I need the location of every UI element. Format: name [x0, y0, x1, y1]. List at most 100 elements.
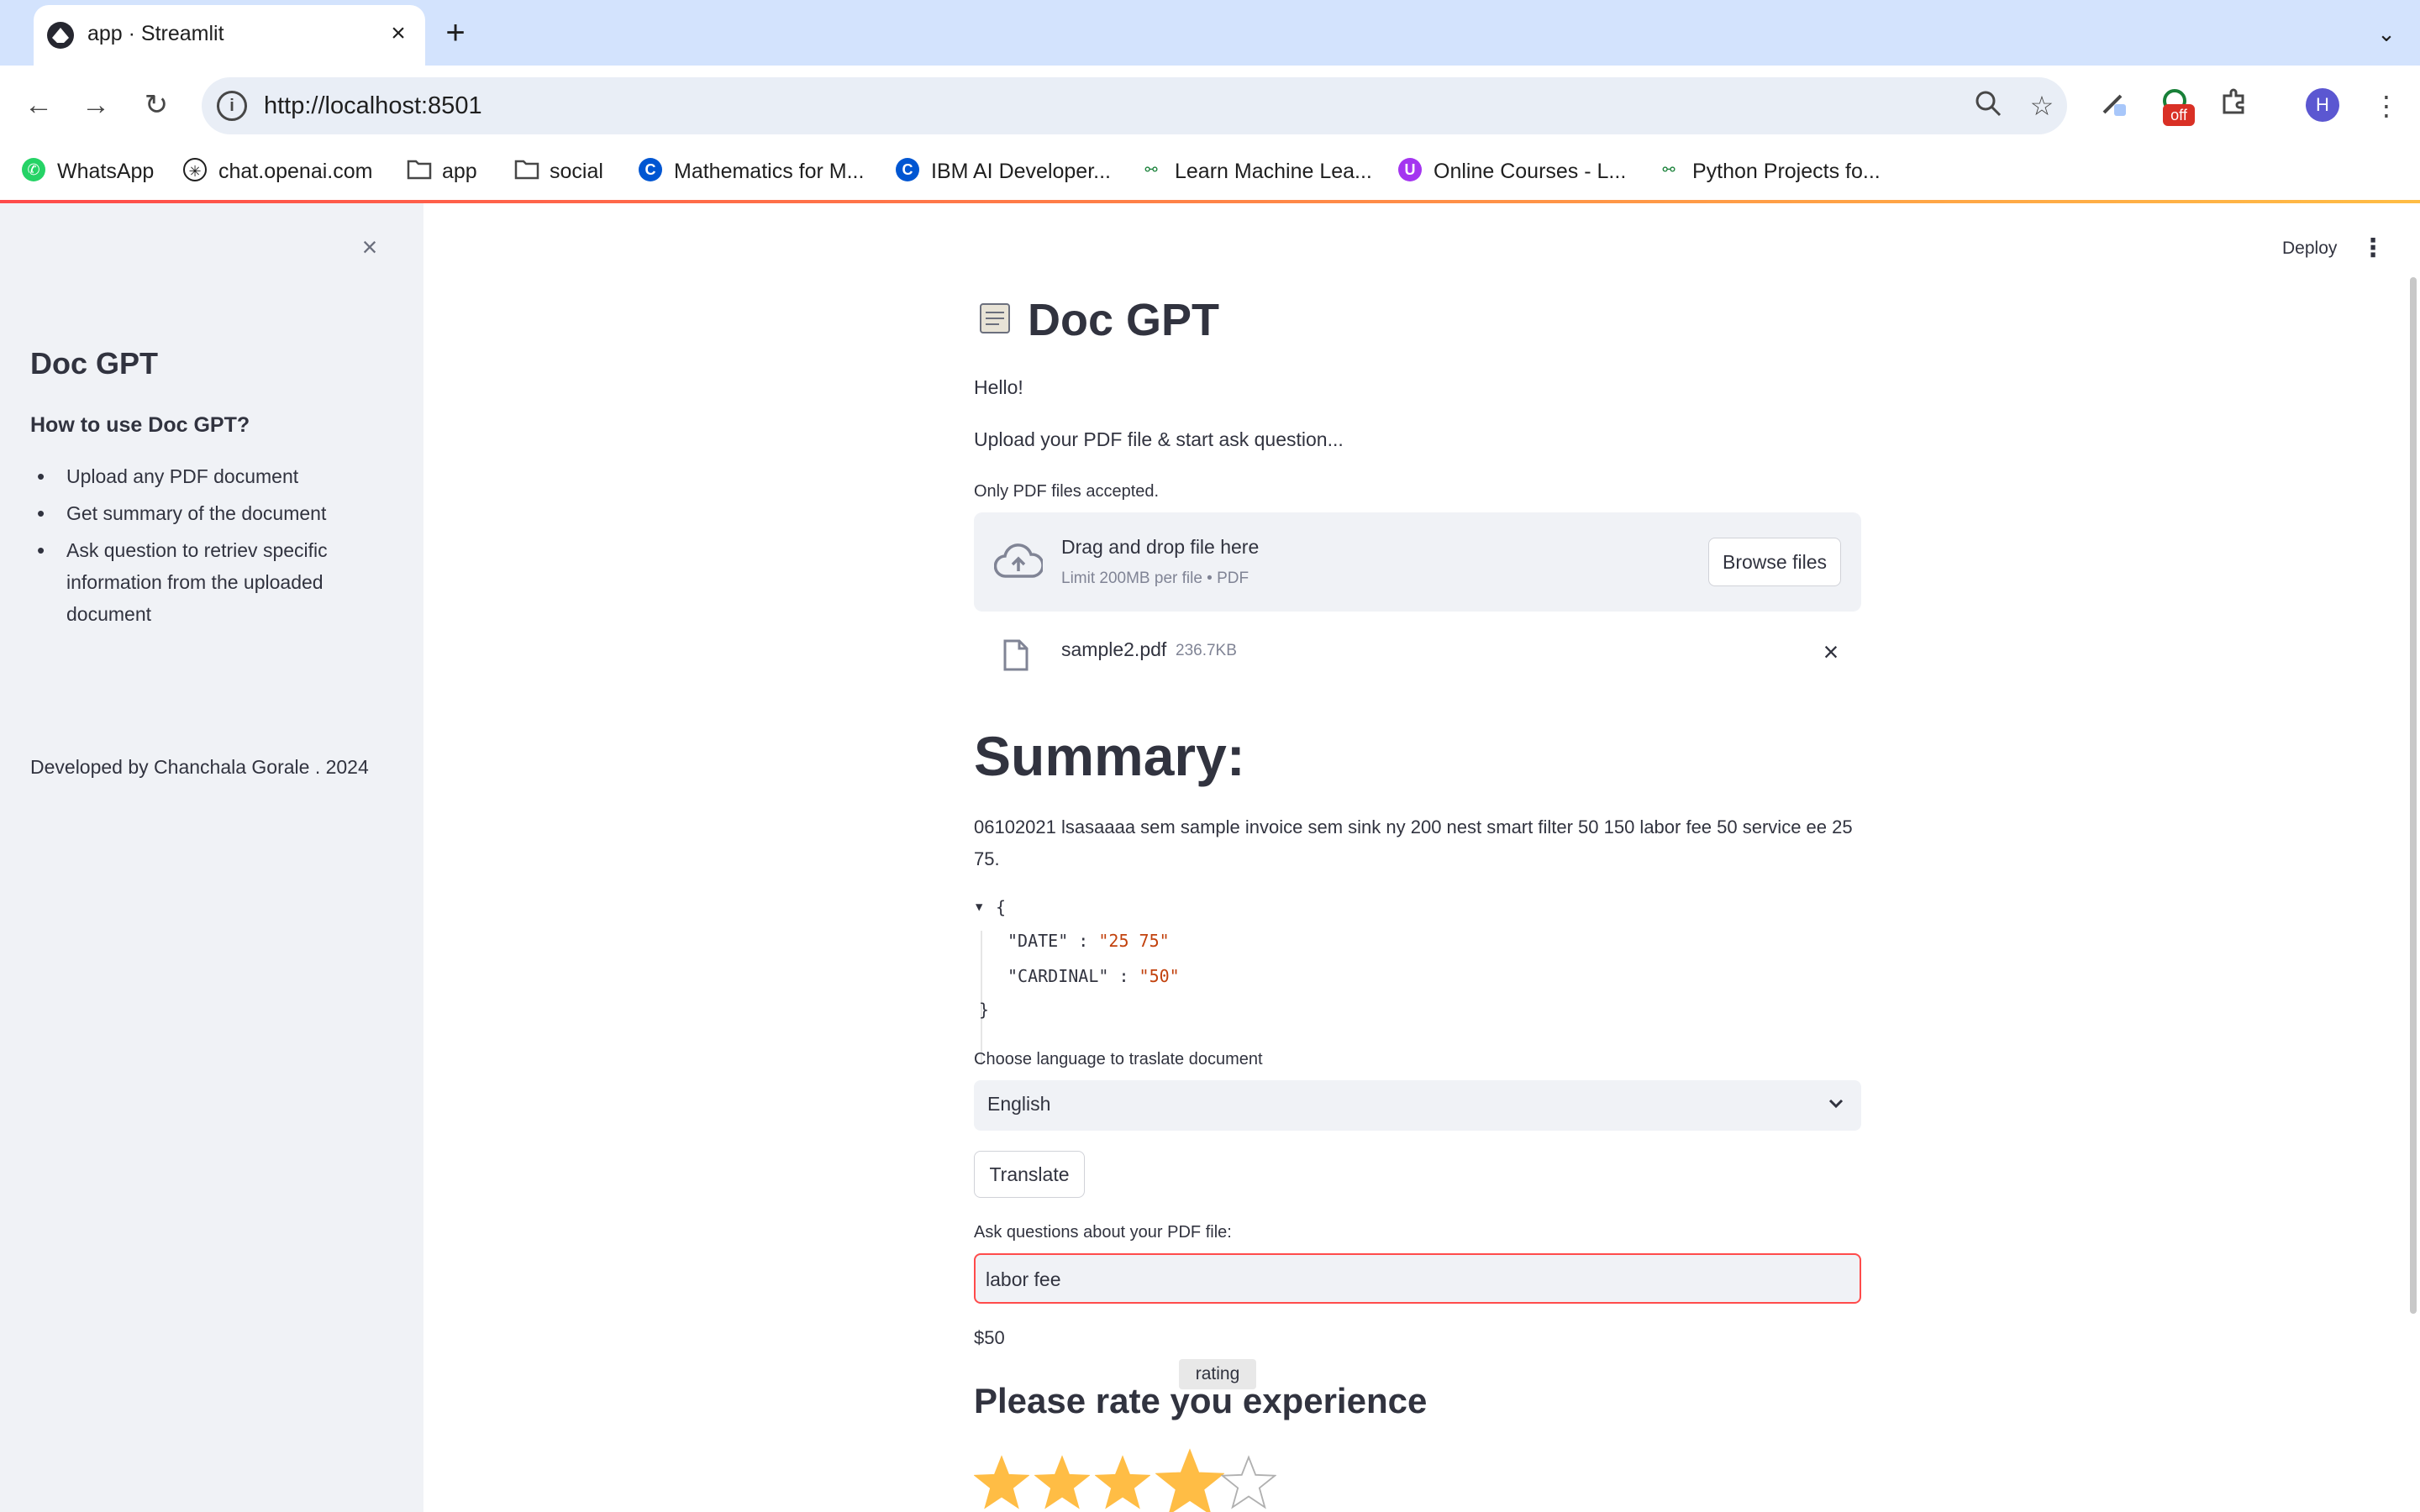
site-info-icon[interactable]: i	[217, 91, 247, 121]
answer-text: $50	[974, 1327, 1005, 1348]
bookmark-ibm-ai[interactable]: C IBM AI Developer...	[896, 156, 1111, 186]
tab-search-chevron-icon[interactable]: ⌄	[2368, 15, 2405, 52]
bookmark-label: Online Courses - L...	[1434, 160, 1627, 183]
uploaded-file-row: sample2.pdf 236.7KB ×	[974, 627, 1861, 682]
coursera-icon: C	[639, 158, 662, 182]
page-scrollbar[interactable]	[2410, 277, 2417, 1314]
greeting-text: Hello!	[974, 376, 1023, 398]
profile-avatar[interactable]: H	[2306, 88, 2339, 122]
summary-heading: Summary:	[974, 725, 1245, 787]
sidebar: × Doc GPT How to use Doc GPT? Upload any…	[0, 203, 424, 1512]
page-title: Doc GPT	[974, 294, 1219, 346]
bookmark-label: Python Projects fo...	[1692, 160, 1881, 183]
json-open-brace: {	[996, 897, 1007, 917]
back-arrow-icon[interactable]: ←	[20, 87, 57, 124]
list-item: Upload any PDF document	[30, 460, 383, 492]
bookmark-label: Mathematics for M...	[674, 160, 865, 183]
sidebar-subtitle: How to use Doc GPT?	[30, 413, 250, 437]
bookmark-mathematics[interactable]: C Mathematics for M...	[639, 156, 864, 186]
coursera-icon: C	[896, 158, 919, 182]
json-collapse-toggle-icon[interactable]: ▼	[976, 900, 982, 914]
dropzone-limit: Limit 200MB per file • PDF	[1061, 570, 1249, 587]
json-key: "DATE"	[1007, 931, 1069, 951]
language-select-label: Choose language to traslate document	[974, 1050, 1263, 1068]
bookmark-star-icon[interactable]: ☆	[2025, 89, 2059, 123]
bookmark-label: IBM AI Developer...	[931, 160, 1111, 183]
bookmark-label: app	[442, 160, 477, 183]
json-close-brace: }	[979, 1000, 990, 1020]
bookmark-online-courses[interactable]: U Online Courses - L...	[1398, 156, 1626, 186]
chevron-down-icon	[1823, 1090, 1849, 1117]
list-item: Ask question to retriev specific informa…	[30, 534, 383, 630]
eyedropper-extension-icon[interactable]	[2096, 87, 2133, 124]
question-input-wrapper	[974, 1253, 1861, 1304]
zoom-icon[interactable]	[1971, 89, 2005, 123]
bookmark-label: social	[550, 160, 603, 183]
json-indent-guide	[981, 931, 982, 1065]
reload-icon[interactable]: ↻	[138, 87, 175, 124]
question-input-label: Ask questions about your PDF file:	[974, 1223, 1232, 1242]
json-entry: "DATE" : "25 75"	[1007, 931, 1170, 951]
json-key: "CARDINAL"	[1007, 966, 1109, 986]
sidebar-close-icon[interactable]: ×	[356, 234, 383, 260]
folder-icon	[514, 158, 539, 181]
bookmark-label: Learn Machine Lea...	[1175, 160, 1372, 183]
openai-icon: ✳	[183, 158, 207, 182]
dropzone-title: Drag and drop file here	[1061, 536, 1260, 558]
file-dropzone[interactable]: Drag and drop file here Limit 200MB per …	[974, 512, 1861, 612]
folder-icon	[407, 158, 432, 181]
address-bar[interactable]: i http://localhost:8501 ☆	[202, 77, 2067, 134]
link-icon: ⚯	[1144, 161, 1158, 179]
star-filled-icon[interactable]	[1034, 1455, 1090, 1510]
main-menu-icon[interactable]: ⋮	[2358, 234, 2388, 264]
url-text[interactable]: http://localhost:8501	[264, 92, 482, 120]
star-empty-icon[interactable]	[1221, 1455, 1276, 1510]
whatsapp-icon: ✆	[22, 158, 45, 182]
cloud-upload-icon	[993, 543, 1044, 584]
udemy-icon: U	[1398, 158, 1422, 182]
browse-files-button[interactable]: Browse files	[1708, 538, 1841, 586]
bookmark-folder-social[interactable]: social	[514, 156, 603, 186]
question-input[interactable]	[986, 1265, 1843, 1294]
link-icon: ⚯	[1662, 161, 1676, 179]
bookmark-label: chat.openai.com	[218, 160, 373, 183]
file-size: 236.7KB	[1176, 642, 1237, 659]
bookmark-chat-openai[interactable]: ✳ chat.openai.com	[183, 156, 372, 186]
json-value: "50"	[1139, 966, 1180, 986]
translate-button[interactable]: Translate	[974, 1151, 1085, 1198]
json-value: "25 75"	[1098, 931, 1170, 951]
star-filled-icon[interactable]	[1155, 1448, 1224, 1512]
deploy-button[interactable]: Deploy	[2272, 234, 2347, 264]
rating-heading: Please rate you experience	[974, 1381, 1428, 1420]
language-select-value: English	[987, 1093, 1051, 1115]
uploader-label: Only PDF files accepted.	[974, 482, 1160, 501]
scroll-emoji-icon	[974, 297, 1016, 339]
star-filled-icon[interactable]	[974, 1455, 1029, 1510]
bookmark-learn-ml[interactable]: ⚯ Learn Machine Lea...	[1139, 156, 1372, 186]
summary-text: 06102021 lsasaaaa sem sample invoice sem…	[974, 816, 1853, 869]
remove-file-icon[interactable]: ×	[1816, 637, 1846, 667]
language-select[interactable]: English	[974, 1080, 1861, 1131]
star-filled-icon[interactable]	[1095, 1455, 1150, 1510]
bookmark-python-projects[interactable]: ⚯ Python Projects fo...	[1657, 156, 1881, 186]
main-content: Doc GPT Hello! Upload your PDF file & st…	[974, 203, 1861, 1512]
new-tab-icon[interactable]: +	[437, 15, 474, 52]
forward-arrow-icon[interactable]: →	[77, 87, 114, 124]
sidebar-title: Doc GPT	[30, 346, 159, 381]
page-title-text: Doc GPT	[1028, 295, 1220, 345]
bookmark-label: WhatsApp	[57, 160, 155, 183]
file-icon	[1002, 638, 1029, 676]
browser-menu-icon[interactable]: ⋮	[2368, 87, 2405, 124]
sidebar-credit: Developed by Chanchala Gorale . 2024	[30, 756, 369, 778]
extensions-puzzle-icon[interactable]	[2215, 87, 2252, 124]
extension-off-badge: off	[2163, 104, 2195, 126]
streamlit-favicon-icon	[47, 22, 74, 49]
bookmarks-bar: ✆ WhatsApp ✳ chat.openai.com app social CM…	[0, 144, 2420, 198]
browser-tab[interactable]: app · Streamlit ×	[34, 5, 425, 66]
tab-close-icon[interactable]: ×	[383, 18, 413, 49]
sidebar-instructions-list: Upload any PDF document Get summary of t…	[30, 460, 383, 635]
file-name: sample2.pdf	[1061, 638, 1167, 660]
bookmark-whatsapp[interactable]: ✆ WhatsApp	[22, 156, 154, 186]
browser-toolbar: ← → ↻ i http://localhost:8501 ☆ ⋮	[0, 66, 2420, 144]
bookmark-folder-app[interactable]: app	[407, 156, 477, 186]
